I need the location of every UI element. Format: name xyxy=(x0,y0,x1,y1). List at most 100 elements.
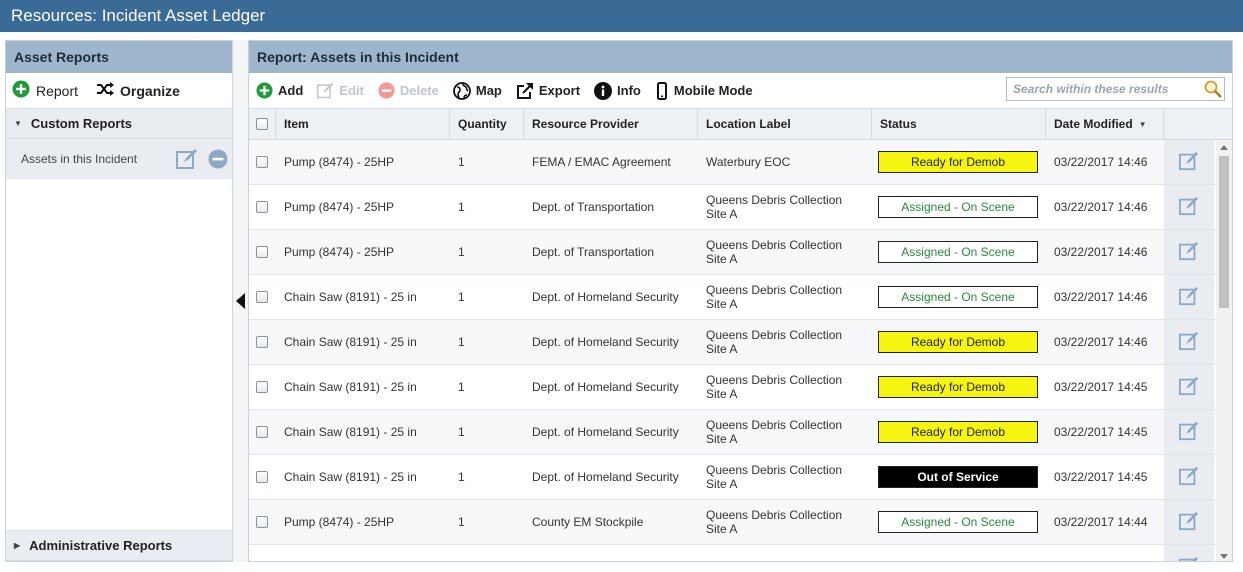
table-row[interactable]: Pump (8474) - 25HP 1 County EM Stockpile Qu… xyxy=(249,500,1232,545)
row-checkbox[interactable] xyxy=(256,471,268,483)
organize-button[interactable]: Organize xyxy=(96,82,180,99)
column-header-item[interactable]: Item xyxy=(276,109,450,139)
edit-icon[interactable] xyxy=(1179,556,1199,561)
row-select-cell xyxy=(249,185,276,229)
row-checkbox[interactable] xyxy=(256,516,268,528)
date-cell: 03/22/2017 14:46 xyxy=(1054,245,1148,259)
item-cell: Chain Saw (8191) - 25 in xyxy=(284,290,417,304)
location-line-1: Jackson Memorial High xyxy=(706,560,831,561)
row-edit-cell xyxy=(1164,140,1214,184)
table-row[interactable]: Chain Saw (8191) - 25 in 1 Dept. of Homela… xyxy=(249,320,1232,365)
row-select-cell xyxy=(249,320,276,364)
row-checkbox[interactable] xyxy=(256,291,268,303)
column-header-resource-provider[interactable]: Resource Provider xyxy=(524,109,698,139)
row-select-cell xyxy=(249,545,276,562)
edit-icon[interactable] xyxy=(1179,286,1199,309)
edit-icon[interactable] xyxy=(1179,466,1199,489)
scroll-up-icon[interactable] xyxy=(1220,145,1228,150)
date-cell: 03/22/2017 14:46 xyxy=(1054,200,1148,214)
status-cell: Assigned - On Scene xyxy=(872,275,1046,319)
column-header-quantity[interactable]: Quantity xyxy=(450,109,524,139)
sidebar-item-assets-in-incident[interactable]: Assets in this Incident xyxy=(6,139,232,179)
status-badge: Assigned - On Scene xyxy=(878,286,1038,308)
row-select-cell xyxy=(249,275,276,319)
map-button[interactable]: Map xyxy=(452,81,502,100)
status-badge: Out of Service xyxy=(878,466,1038,488)
scroll-down-icon[interactable] xyxy=(1220,554,1228,559)
add-button[interactable]: Add xyxy=(256,82,303,99)
row-edit-cell xyxy=(1164,275,1214,319)
window-title: Resources: Incident Asset Ledger xyxy=(0,0,1243,32)
location-cell: Jackson Memorial High xyxy=(698,545,872,561)
info-button[interactable]: Info xyxy=(594,81,641,100)
organize-button-label: Organize xyxy=(120,82,180,99)
table-row[interactable]: Chain Saw (8191) - 25 in 1 Dept. of Homela… xyxy=(249,410,1232,455)
column-header-status[interactable]: Status xyxy=(872,109,1046,139)
table-row[interactable]: Pump (8474) - 25HP 1 Dept. of Transportati… xyxy=(249,230,1232,275)
collapse-left-icon[interactable] xyxy=(236,293,245,309)
date-cell: 03/22/2017 14:45 xyxy=(1054,425,1148,439)
scrollbar-thumb[interactable] xyxy=(1219,156,1229,308)
edit-icon[interactable] xyxy=(1179,151,1199,174)
caret-down-icon: ▼ xyxy=(14,119,22,128)
caret-right-icon: ▶ xyxy=(14,541,21,550)
search-input[interactable]: Search within these results xyxy=(1006,77,1225,101)
status-cell: Assigned - On Scene xyxy=(872,230,1046,274)
location-line-1: Queens Debris Collection xyxy=(706,418,843,432)
edit-icon[interactable] xyxy=(1179,376,1199,399)
date-cell xyxy=(1046,545,1164,561)
table-row[interactable]: Chain Saw (8191) - 25 in 1 Dept. of Homela… xyxy=(249,275,1232,320)
status-badge: Assigned - On Scene xyxy=(878,511,1038,533)
mobile-mode-button[interactable]: Mobile Mode xyxy=(655,81,753,100)
quantity-cell: 1 xyxy=(458,515,465,529)
report-button[interactable]: Report xyxy=(12,80,78,101)
provider-cell: FEMA / EMAC Agreement xyxy=(532,155,671,169)
location-cell: Queens Debris Collection Site A xyxy=(698,410,872,454)
edit-button[interactable]: Edit xyxy=(317,82,364,99)
provider-cell: Dept. of Homeland Security xyxy=(532,380,679,394)
table-header: Item Quantity Resource Provider Location… xyxy=(249,108,1232,140)
minus-circle-icon[interactable] xyxy=(208,149,228,172)
item-cell: Chain Saw (8191) - 25 in xyxy=(284,425,417,439)
table-row[interactable]: Pump (8474) - 25HP 1 FEMA / EMAC Agreement… xyxy=(249,140,1232,185)
row-checkbox[interactable] xyxy=(256,201,268,213)
row-checkbox[interactable] xyxy=(256,246,268,258)
panel-splitter[interactable] xyxy=(233,40,248,562)
table-scrollbar[interactable] xyxy=(1216,141,1232,561)
sidebar-toolbar: Report Organize xyxy=(6,73,232,108)
location-cell: Queens Debris Collection Site A xyxy=(698,230,872,274)
status-cell: Out of Service xyxy=(872,455,1046,499)
select-all-checkbox[interactable] xyxy=(256,118,268,130)
row-checkbox[interactable] xyxy=(256,156,268,168)
edit-icon[interactable] xyxy=(1179,196,1199,219)
status-cell: Assigned - On Scene xyxy=(872,185,1046,229)
row-edit-cell xyxy=(1164,320,1214,364)
row-edit-cell xyxy=(1164,365,1214,409)
row-edit-cell xyxy=(1164,455,1214,499)
row-checkbox[interactable] xyxy=(256,336,268,348)
table-row[interactable]: Generator (8318) - 530 kW - Jackson Memor… xyxy=(249,545,1232,562)
export-button[interactable]: Export xyxy=(516,82,580,100)
edit-icon[interactable] xyxy=(176,148,198,173)
search-icon[interactable] xyxy=(1204,80,1222,105)
column-header-date-modified[interactable]: Date Modified ▼ xyxy=(1046,109,1164,139)
row-checkbox[interactable] xyxy=(256,561,268,562)
location-cell: Queens Debris Collection Site A xyxy=(698,500,872,544)
table-row[interactable]: Pump (8474) - 25HP 1 Dept. of Transportati… xyxy=(249,185,1232,230)
quantity-cell: 1 xyxy=(458,155,465,169)
item-cell: Pump (8474) - 25HP xyxy=(284,245,395,259)
plus-circle-icon xyxy=(12,80,30,101)
table-row[interactable]: Chain Saw (8191) - 25 in 1 Dept. of Homela… xyxy=(249,365,1232,410)
edit-icon[interactable] xyxy=(1179,331,1199,354)
table-row[interactable]: Chain Saw (8191) - 25 in 1 Dept. of Homela… xyxy=(249,455,1232,500)
edit-icon xyxy=(317,82,334,99)
row-checkbox[interactable] xyxy=(256,381,268,393)
edit-icon[interactable] xyxy=(1179,241,1199,264)
custom-reports-section[interactable]: ▼ Custom Reports xyxy=(6,108,232,139)
administrative-reports-section[interactable]: ▶ Administrative Reports xyxy=(6,530,232,561)
edit-icon[interactable] xyxy=(1179,511,1199,534)
column-header-location-label[interactable]: Location Label xyxy=(698,109,872,139)
delete-button[interactable]: Delete xyxy=(378,82,439,99)
edit-icon[interactable] xyxy=(1179,421,1199,444)
row-checkbox[interactable] xyxy=(256,426,268,438)
